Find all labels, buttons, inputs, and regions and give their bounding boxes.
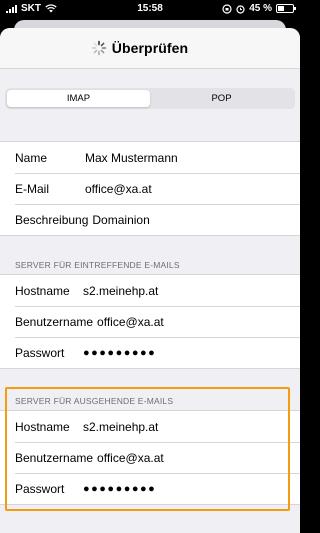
email-label: E-Mail — [15, 181, 50, 196]
incoming-password-label: Passwort — [15, 345, 65, 360]
incoming-username-field[interactable]: office@xa.at — [97, 315, 164, 329]
outgoing-password-label: Passwort — [15, 481, 65, 496]
incoming-hostname-label: Hostname — [15, 283, 70, 298]
description-label: Beschreibung — [15, 212, 89, 227]
email-row[interactable]: E-Mail office@xa.at — [0, 173, 300, 204]
activity-spinner-icon — [91, 40, 107, 56]
incoming-username-label: Benutzername — [15, 314, 94, 329]
name-row[interactable]: Name Max Mustermann — [0, 142, 300, 173]
email-field[interactable]: office@xa.at — [85, 182, 152, 196]
account-group: Name Max Mustermann E-Mail office@xa.at … — [0, 141, 300, 236]
battery-icon — [276, 4, 296, 13]
outgoing-username-row[interactable]: Benutzername office@xa.at — [0, 442, 300, 473]
incoming-hostname-row[interactable]: Hostname s2.meinehp.at — [0, 275, 300, 306]
incoming-server-header: SERVER FÜR EINTREFFENDE E-MAILS — [15, 260, 180, 270]
description-row[interactable]: Beschreibung Domainion — [0, 204, 300, 235]
outgoing-hostname-label: Hostname — [15, 419, 70, 434]
name-field[interactable]: Max Mustermann — [85, 151, 178, 165]
incoming-password-field[interactable]: ●●●●●●●●● — [83, 347, 156, 359]
outgoing-username-label: Benutzername — [15, 450, 94, 465]
status-bar: SKT 15:58 45 % — [0, 0, 300, 18]
outgoing-hostname-field[interactable]: s2.meinehp.at — [83, 420, 158, 434]
status-right: 45 % — [222, 3, 296, 14]
outgoing-username-field[interactable]: office@xa.at — [97, 451, 164, 465]
alarm-icon — [236, 4, 245, 14]
outgoing-hostname-row[interactable]: Hostname s2.meinehp.at — [0, 411, 300, 442]
outgoing-password-row[interactable]: Passwort ●●●●●●●●● — [0, 473, 300, 504]
incoming-password-row[interactable]: Passwort ●●●●●●●●● — [0, 337, 300, 368]
incoming-hostname-field[interactable]: s2.meinehp.at — [83, 284, 158, 298]
outgoing-password-field[interactable]: ●●●●●●●●● — [83, 483, 156, 495]
navigation-bar: Überprüfen — [0, 28, 300, 69]
segment-imap[interactable]: IMAP — [7, 90, 150, 107]
battery-percent: 45 % — [249, 3, 272, 14]
orientation-lock-icon — [222, 3, 232, 14]
incoming-server-group: Hostname s2.meinehp.at Benutzername offi… — [0, 274, 300, 369]
protocol-segmented-control: IMAP POP — [5, 88, 295, 109]
name-label: Name — [15, 150, 48, 165]
incoming-username-row[interactable]: Benutzername office@xa.at — [0, 306, 300, 337]
page-title: Überprüfen — [111, 40, 189, 56]
outgoing-server-group: Hostname s2.meinehp.at Benutzername offi… — [0, 410, 300, 505]
outgoing-server-header: SERVER FÜR AUSGEHENDE E-MAILS — [15, 396, 174, 406]
description-field[interactable]: Domainion — [92, 213, 149, 227]
segment-pop[interactable]: POP — [150, 90, 293, 107]
